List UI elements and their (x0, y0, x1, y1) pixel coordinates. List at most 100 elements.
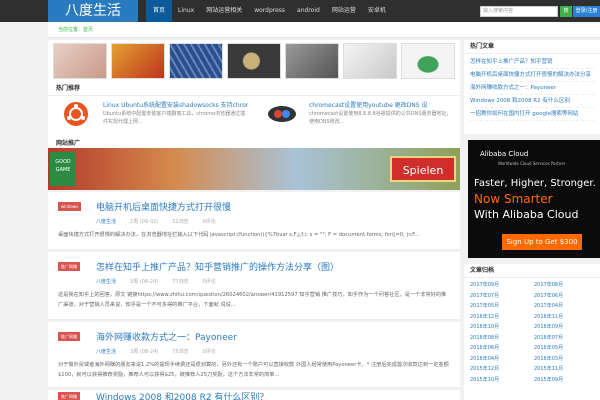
archive-link[interactable]: 2016年11月 (534, 312, 594, 323)
logo-text: GOOD (55, 159, 71, 165)
nav-item-home[interactable]: 首页 (146, 0, 173, 22)
ad-headline: Now Smarter (474, 192, 553, 206)
category-tag[interactable]: 推广网赚 (58, 392, 80, 400)
archive-link[interactable]: 2016年04月 (470, 354, 530, 365)
archive-link[interactable]: 2017年08月 (534, 280, 594, 291)
signup-button[interactable]: Sign Up to Get $300 (502, 234, 582, 250)
archive-link[interactable]: 2015年11月 (534, 364, 594, 375)
sidebar-link[interactable]: 怎样在知乎上推广产品？知乎营销 (470, 56, 594, 69)
ad-subtitle: Worldwide Cloud Services Partner (498, 161, 566, 166)
search-input[interactable]: 输入搜索内容 (480, 6, 558, 17)
sidebar-hot-posts: 热门文章 怎样在知乎上推广产品？知乎营销 电脑开机后桌面快捷方式打开很慢的解决办… (464, 40, 600, 134)
archive-link[interactable]: 2016年10月 (470, 322, 530, 333)
post-comments[interactable]: 0评论 (203, 218, 216, 225)
hot-recommend: 热门推荐 Linux Ubuntu系统配置安装shadowsocks 支持chr… (48, 82, 460, 138)
hot-item-title[interactable]: chromecast设置使用youtube 更改DNS 设 (309, 100, 454, 109)
archive-link[interactable]: 2016年07月 (534, 333, 594, 344)
post-author[interactable]: 八度生活 (96, 278, 116, 285)
ad-headline: Faster, Higher, Stronger. (474, 178, 596, 189)
post-date: 3周 (08-24) (130, 349, 159, 355)
post-item: 推广网赚 Windows 2008 和2008 R2 有什么区别？ (48, 390, 460, 400)
ad-headline: With Alibaba Cloud (474, 208, 579, 221)
archive-link[interactable]: 2017年07月 (470, 291, 530, 302)
thumbnail-image[interactable] (111, 43, 165, 79)
sidebar-archive: 文章归档 2017年09月 2017年08月 2017年07月 2017年06月 201… (464, 264, 600, 400)
post-title[interactable]: 怎样在知乎上推广产品？知乎营销推广的操作方法分享（图） (96, 260, 339, 273)
alibaba-logo: Alibaba Cloud (480, 150, 529, 158)
archive-link[interactable]: 2016年06月 (470, 343, 530, 354)
post-meta: 八度生活 3周 (08-24) 75浏览 0评论 (96, 348, 216, 355)
sidebar-title: 文章归档 (464, 264, 600, 278)
archive-link[interactable]: 2016年03月 (534, 354, 594, 365)
post-item: 推广网赚 怎样在知乎上推广产品？知乎营销推广的操作方法分享（图） 八度生活 3周… (48, 252, 460, 320)
post-comments[interactable]: 0评论 (203, 348, 216, 355)
hot-item-desc: Ubuntu系统中配置安装客户端翻墙工具，chrome浏览器通过插件实现代理上网… (103, 111, 246, 125)
nav-item-ops[interactable]: 网站运营 (326, 0, 362, 22)
section-title: 热门推荐 (48, 82, 460, 96)
hot-item[interactable]: chromecast设置使用youtube 更改DNS 设 chromecast… (262, 98, 452, 136)
thumbnail-image[interactable] (227, 43, 281, 79)
post-author[interactable]: 八度生活 (96, 218, 116, 225)
nav-item-wordpress[interactable]: wordpress (248, 0, 291, 22)
post-meta: 八度生活 3周 (08-24) 77浏览 0评论 (96, 278, 216, 285)
post-comments[interactable]: 0评论 (203, 278, 216, 285)
category-tag[interactable]: windows (58, 202, 82, 211)
thumbnail-image[interactable] (343, 43, 397, 79)
hot-item-title[interactable]: Linux Ubuntu系统配置安装shadowsocks 支持chrome (103, 100, 248, 109)
logo-text: GAME (55, 167, 71, 173)
hot-item[interactable]: Linux Ubuntu系统配置安装shadowsocks 支持chrome U… (56, 98, 248, 136)
search-button[interactable]: 搜 (560, 6, 572, 17)
nav-item-site[interactable]: 网站运营相关 (200, 0, 248, 22)
post-title[interactable]: 电脑开机后桌面快捷方式打开很慢 (96, 200, 231, 213)
top-bar: 八度生活 首页 Linux 网站运营相关 wordpress android 网… (0, 0, 600, 22)
archive-link[interactable]: 2015年10月 (470, 375, 530, 386)
post-item: windows 电脑开机后桌面快捷方式打开很慢 八度生活 2周 (09-02) … (48, 192, 460, 250)
post-views: 75浏览 (172, 349, 189, 355)
post-excerpt: 桌面快捷方式打开很慢的解决办法，在浏览器地址栏输入以下代码 javascript… (58, 232, 420, 238)
sidebar-link[interactable]: 海外网赚收款方式之一：Payoneer (470, 82, 594, 95)
post-date: 2周 (09-02) (130, 219, 159, 225)
thumbnail-image[interactable] (53, 43, 107, 79)
chromecast-icon (262, 98, 302, 130)
post-views: 52浏览 (172, 219, 189, 225)
site-logo[interactable]: 八度生活 (48, 0, 138, 22)
nav-item-android[interactable]: android (291, 0, 326, 22)
archive-link[interactable]: 2017年04月 (534, 301, 594, 312)
nav-item-phone[interactable]: 安卓机 (362, 0, 392, 22)
goodgame-logo: GOOD GAME (50, 152, 76, 186)
archive-link[interactable]: 2017年06月 (534, 291, 594, 302)
archive-link[interactable]: 2016年08月 (470, 333, 530, 344)
main-nav: 首页 Linux 网站运营相关 wordpress android 网站运营 安… (146, 0, 392, 22)
post-meta: 八度生活 2周 (09-02) 52浏览 0评论 (96, 218, 216, 225)
post-author[interactable]: 八度生活 (96, 348, 116, 355)
post-title[interactable]: Windows 2008 和2008 R2 有什么区别？ (96, 390, 268, 400)
sidebar-link[interactable]: Windows 2008 和2008 R2 有什么区别 (470, 95, 594, 108)
category-tag[interactable]: 推广网赚 (58, 262, 80, 271)
alibaba-cloud-ad[interactable]: Alibaba Cloud Worldwide Cloud Services P… (468, 140, 600, 258)
archive-grid: 2017年09月 2017年08月 2017年07月 2017年06月 2017年05月… (464, 278, 600, 387)
archive-link[interactable]: 2016年12月 (470, 312, 530, 323)
archive-link[interactable]: 2017年05月 (470, 301, 530, 312)
category-tag[interactable]: 推广网赚 (58, 332, 80, 341)
post-excerpt: 对于做外贸或者海外网赚的朋友来说1.2%的提现手续费还是很划算的，另外还有一个账… (58, 362, 449, 378)
thumbnail-image[interactable] (401, 43, 455, 79)
sidebar-link[interactable]: 电脑开机后桌面快捷方式打开很慢的解决办法分享 (470, 69, 594, 82)
archive-link[interactable]: 2015年12月 (470, 364, 530, 375)
ad-play-button[interactable]: Spielen (390, 156, 456, 182)
ad-banner[interactable]: GOOD GAME Spielen (48, 148, 460, 190)
archive-link[interactable]: 2016年09月 (534, 322, 594, 333)
sidebar-link[interactable]: 一招教你如何在国内打开 google搜索等网站 (470, 108, 594, 121)
breadcrumb-text[interactable]: 当前位置：首页 (58, 26, 93, 33)
post-title[interactable]: 海外网赚收款方式之一：Payoneer (96, 330, 237, 343)
thumbnail-image[interactable] (169, 43, 223, 79)
sidebar-title: 热门文章 (464, 40, 600, 54)
hot-item-desc: chromecast设置使用8.8.8.8谷歌提供的公共DNS服务器地址，使用D… (309, 111, 452, 125)
archive-link[interactable]: 2017年09月 (470, 280, 530, 291)
nav-item-linux[interactable]: Linux (172, 0, 200, 22)
post-item: 推广网赚 海外网赚收款方式之一：Payoneer 八度生活 3周 (08-24)… (48, 322, 460, 388)
ubuntu-logo-icon (56, 98, 96, 130)
thumbnail-image[interactable] (285, 43, 339, 79)
archive-link[interactable]: 2016年05月 (534, 343, 594, 354)
login-button[interactable]: 登录/注册 (573, 6, 600, 17)
archive-link[interactable]: 2015年09月 (534, 375, 594, 386)
